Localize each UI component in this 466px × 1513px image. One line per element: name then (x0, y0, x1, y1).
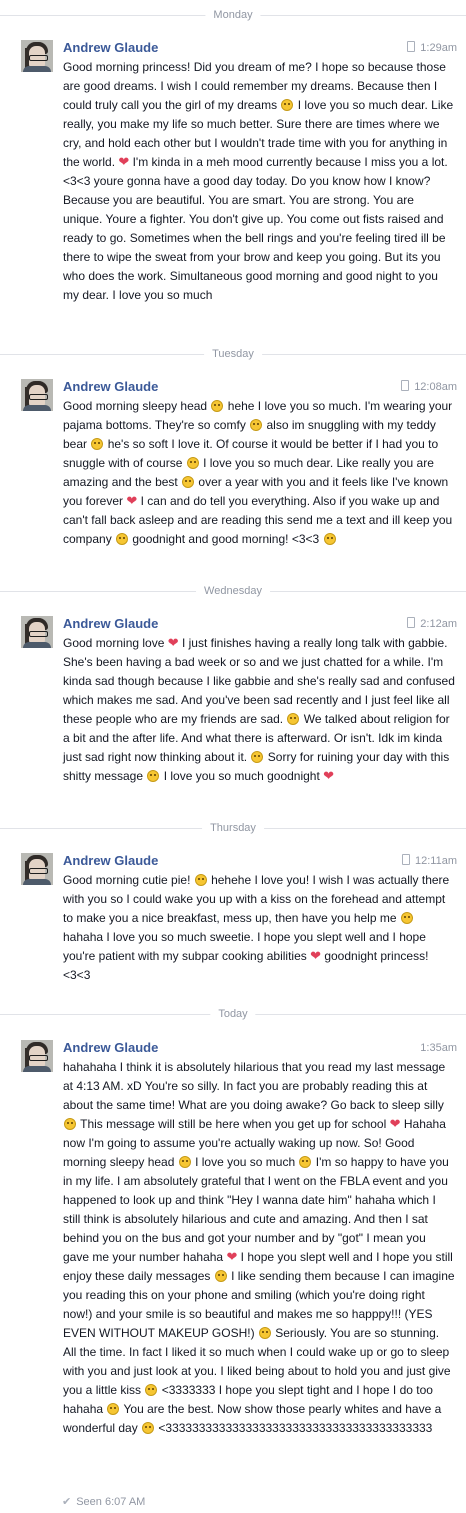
day-separator: Monday (0, 7, 466, 23)
message-text: Good morning princess! Did you dream of … (63, 60, 454, 302)
seen-receipt: ✔ Seen 6:07 AM (62, 1495, 145, 1509)
sender-name[interactable]: Andrew Glaude (63, 379, 158, 395)
message-text: Good morning love ❤ I just finishes havi… (63, 635, 455, 783)
smile-emoticon-icon (211, 400, 224, 412)
avatar[interactable] (21, 379, 53, 411)
mobile-phone-icon (401, 380, 410, 391)
smile-emoticon-icon (182, 476, 195, 488)
smile-emoticon-icon (281, 99, 294, 111)
day-label: Thursday (202, 821, 264, 835)
grin-emoticon-icon (194, 874, 207, 886)
frown-emoticon-icon (287, 713, 300, 725)
day-separator: Today (0, 1006, 466, 1022)
smile-emoticon-icon (116, 533, 129, 545)
smile-emoticon-icon (186, 457, 199, 469)
checkmark-icon: ✔ (62, 1496, 72, 1508)
sender-name[interactable]: Andrew Glaude (63, 40, 158, 56)
heart-icon: ❤ (389, 1116, 401, 1131)
heart-icon: ❤ (118, 154, 130, 169)
day-label: Today (210, 1007, 256, 1021)
sender-name[interactable]: Andrew Glaude (63, 1040, 158, 1056)
avatar[interactable] (21, 616, 53, 648)
day-separator: Tuesday (0, 346, 466, 362)
day-label: Tuesday (204, 347, 262, 361)
avatar[interactable] (21, 1040, 53, 1072)
smile-emoticon-icon (107, 1403, 120, 1415)
heart-icon: ❤ (310, 948, 321, 963)
smile-emoticon-icon (400, 912, 413, 924)
message-text: Good morning sleepy head hehe I love you… (63, 399, 453, 546)
day-separator: Wednesday (0, 583, 466, 599)
sender-name[interactable]: Andrew Glaude (63, 853, 158, 869)
sender-name[interactable]: Andrew Glaude (63, 616, 158, 632)
avatar[interactable] (21, 40, 53, 72)
seen-text: Seen 6:07 AM (76, 1496, 146, 1508)
frown-emoticon-icon (147, 770, 160, 782)
avatar[interactable] (21, 853, 53, 885)
message-text: hahahaha I think it is absolutely hilari… (63, 1060, 455, 1435)
frown-emoticon-icon (251, 751, 264, 763)
smile-emoticon-icon (258, 1327, 271, 1339)
mobile-phone-icon (407, 41, 416, 52)
day-separator: Thursday (0, 820, 466, 836)
message-time: 1:29am (407, 41, 457, 55)
message-thread: Monday Andrew Glaude 1:29am Good morning… (0, 0, 466, 1513)
message-time: 12:11am (402, 854, 457, 868)
message-text: Good morning cutie pie! hehehe I love yo… (63, 873, 450, 982)
heart-icon: ❤ (323, 768, 335, 783)
smile-emoticon-icon (91, 438, 104, 450)
mobile-phone-icon (402, 854, 410, 865)
mobile-phone-icon (407, 617, 416, 628)
smile-emoticon-icon (142, 1422, 155, 1434)
heart-icon: ❤ (226, 1249, 238, 1264)
smile-emoticon-icon (64, 1118, 76, 1130)
grin-emoticon-icon (323, 533, 336, 545)
grin-emoticon-icon (299, 1156, 312, 1168)
smile-emoticon-icon (145, 1384, 158, 1396)
message-time: 12:08am (401, 380, 457, 394)
day-label: Monday (205, 8, 261, 22)
heart-icon: ❤ (126, 493, 138, 508)
smile-emoticon-icon (214, 1270, 227, 1282)
heart-icon: ❤ (167, 635, 179, 650)
message-time: 2:12am (407, 617, 457, 631)
day-label: Wednesday (196, 584, 270, 598)
smile-emoticon-icon (178, 1156, 191, 1168)
message-time: 1:35am (420, 1042, 457, 1054)
smile-emoticon-icon (250, 419, 263, 431)
